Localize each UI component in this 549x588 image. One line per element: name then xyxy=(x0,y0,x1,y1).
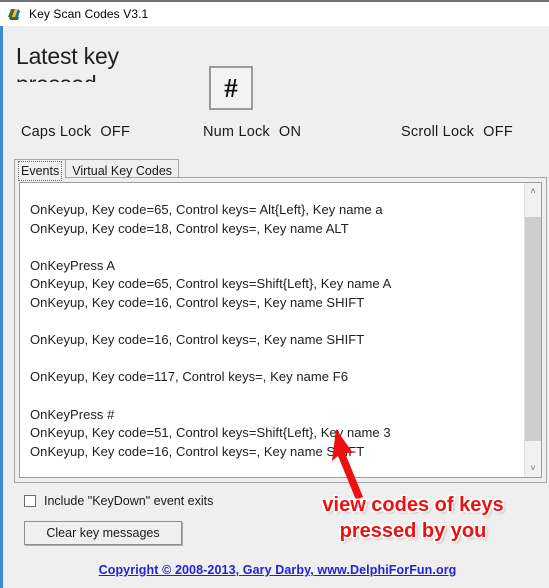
clear-key-messages-button[interactable]: Clear key messages xyxy=(24,521,182,545)
annotation-text: view codes of keys pressed by you xyxy=(322,494,504,542)
event-log-line: OnKeyPress # xyxy=(30,406,115,422)
scroll-lock-label: Scroll Lock xyxy=(401,124,475,140)
event-log-line: OnKeyup, Key code=65, Control keys=Shift… xyxy=(30,276,392,292)
include-keydown-label: Include "KeyDown" event exits xyxy=(44,494,214,508)
scroll-down-icon[interactable]: ˅ xyxy=(525,460,541,477)
caps-lock-label: Caps Lock xyxy=(21,124,92,140)
caps-lock-status: Caps Lock OFF xyxy=(21,124,130,140)
event-log-textarea[interactable]: OnKeyup, Key code=65, Control keys= Alt{… xyxy=(19,182,542,478)
event-log-line xyxy=(30,238,521,257)
event-log-line xyxy=(30,387,521,406)
latest-key-label: Latest key pressed xyxy=(16,43,119,82)
tab-strip: Events Virtual Key Codes xyxy=(14,158,180,181)
app-icon xyxy=(6,6,22,22)
event-log-line: OnKeyPress A xyxy=(30,257,116,273)
event-log-line: OnKeyup, Key code=51, Control keys=Shift… xyxy=(30,425,391,441)
num-lock-status: Num Lock ON xyxy=(203,124,301,140)
window-title: Key Scan Codes V3.1 xyxy=(29,7,149,21)
latest-key-display: # xyxy=(209,66,253,110)
tab-events[interactable]: Events xyxy=(14,159,67,181)
scrollbar-thumb[interactable] xyxy=(525,217,541,441)
event-log-line: OnKeyup, Key code=65, Control keys= Alt{… xyxy=(30,202,383,217)
event-log-line xyxy=(30,350,521,369)
num-lock-value: ON xyxy=(278,124,302,140)
include-keydown-checkbox[interactable] xyxy=(24,495,36,507)
event-log-scrollbar[interactable]: ˄ ˅ xyxy=(524,183,541,477)
event-log-line: OnKeyup, Key code=18, Control keys=, Key… xyxy=(30,220,349,236)
caps-lock-value: OFF xyxy=(100,124,131,140)
scroll-lock-status: Scroll Lock OFF xyxy=(401,124,513,140)
latest-key-value: # xyxy=(224,72,238,103)
scroll-lock-value: OFF xyxy=(483,124,514,140)
key-scan-codes-window: Key Scan Codes V3.1 Latest key pressed #… xyxy=(0,0,549,588)
tab-events-label: Events xyxy=(18,161,63,181)
include-keydown-checkbox-row[interactable]: Include "KeyDown" event exits xyxy=(24,494,213,508)
tab-virtual-key-codes[interactable]: Virtual Key Codes xyxy=(65,159,180,178)
num-lock-label: Num Lock xyxy=(203,124,270,140)
event-log-line: OnKeyup, Key code=16, Control keys=, Key… xyxy=(30,332,365,348)
event-log-line: OnKeyup, Key code=16, Control keys=, Key… xyxy=(30,294,365,310)
event-log-line: OnKeyup, Key code=117, Control keys=, Ke… xyxy=(30,369,348,385)
copyright-link[interactable]: Copyright © 2008-2013, Gary Darby, www.D… xyxy=(3,563,549,577)
event-log-line xyxy=(30,313,521,332)
event-log-content: OnKeyup, Key code=65, Control keys= Alt{… xyxy=(30,201,521,461)
event-log-line: OnKeyup, Key code=16, Control keys=, Key… xyxy=(30,443,365,459)
window-body: Latest key pressed # Caps Lock OFF Num L… xyxy=(0,26,549,588)
title-bar: Key Scan Codes V3.1 xyxy=(0,0,549,26)
scroll-up-icon[interactable]: ˄ xyxy=(525,183,541,200)
